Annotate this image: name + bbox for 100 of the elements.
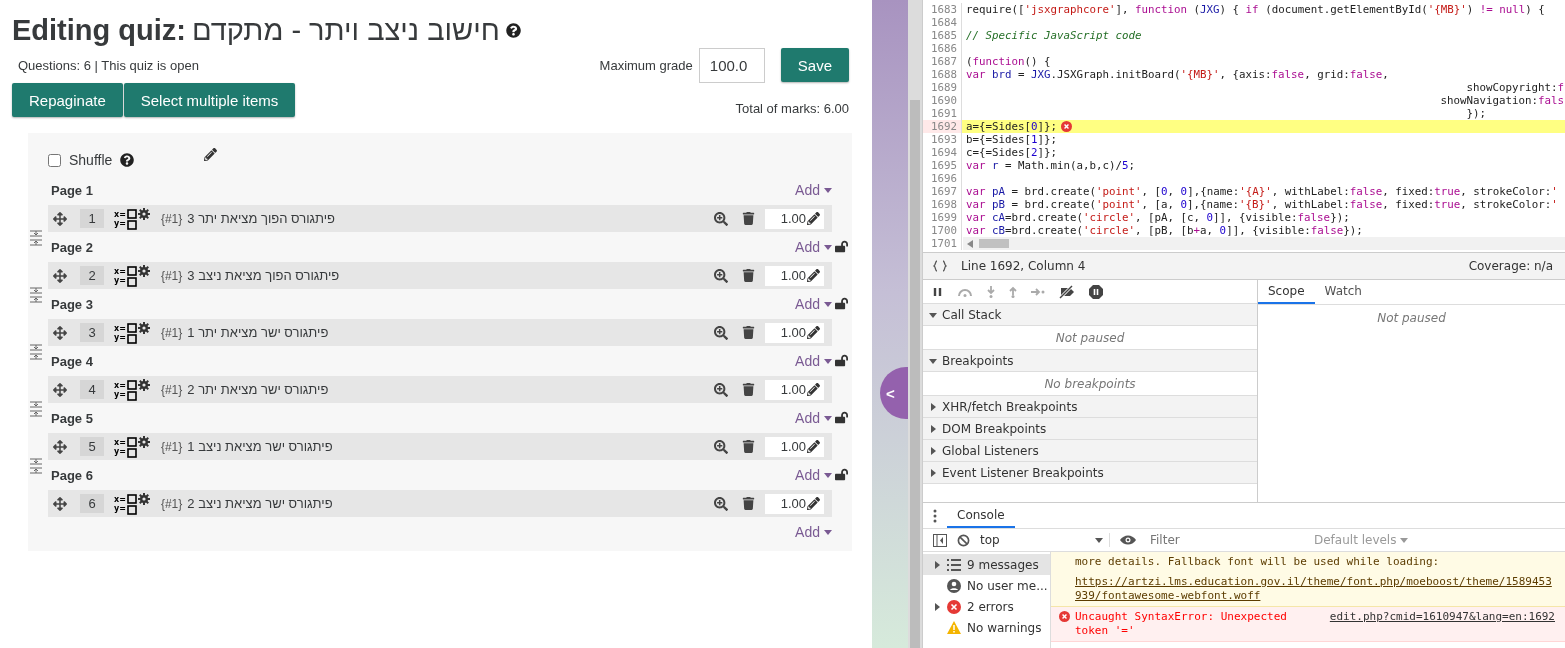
unlock-icon[interactable] [835,468,848,481]
quiz-info: Questions: 6 | This quiz is open [17,57,199,73]
delete-icon[interactable] [742,440,755,453]
mark-field[interactable]: 1.00 [765,265,824,286]
scroll-arrow-icon[interactable] [967,239,973,248]
add-link[interactable]: Add [795,524,832,540]
add-link[interactable]: Add [795,410,832,426]
page-break-icon[interactable] [29,401,43,417]
page-break-icon[interactable] [29,230,43,246]
action-button[interactable]: Select multiple items [123,83,296,117]
unlock-icon[interactable] [835,240,848,253]
code-line: showCopyright:f [1465,81,1565,94]
preview-icon[interactable] [714,382,728,397]
pencil-icon[interactable] [807,212,820,225]
page-break-icon[interactable] [29,344,43,360]
add-link[interactable]: Add [795,239,832,255]
mark-field[interactable]: 1.00 [765,436,824,457]
section-header[interactable]: Breakpoints [923,350,1257,372]
deactivate-breakpoints-icon[interactable] [1059,284,1075,299]
console-filter-item[interactable]: No warnings [923,617,1050,638]
mark-field[interactable]: 1.00 [765,208,824,229]
formula-label: x= y= [114,323,126,342]
preview-icon[interactable] [714,211,728,226]
question-name[interactable]: פיתגורס ישר מציאת ניצב 1 [187,439,714,454]
pencil-icon[interactable] [204,147,218,161]
section-header[interactable]: Event Listener Breakpoints [923,462,1257,484]
delete-icon[interactable] [742,326,755,339]
horizontal-scrollbar[interactable] [963,237,1565,250]
console-filter-item[interactable]: 2 errors [923,596,1050,617]
drawer-tab[interactable]: Console [947,504,1015,528]
move-icon[interactable] [53,325,67,340]
delete-icon[interactable] [742,383,755,396]
question-name[interactable]: פיתגורס הפוך מציאת ניצב 3 [187,268,714,283]
clear-icon[interactable] [957,533,970,547]
question-name[interactable]: פיתגורס ישר מציאת ניצב 2 [187,496,714,511]
caret-icon [824,187,832,193]
delete-icon[interactable] [742,497,755,510]
add-link[interactable]: Add [795,353,832,369]
pencil-icon[interactable] [807,497,820,510]
page-break-icon[interactable] [29,287,43,303]
question-name[interactable]: פיתגורס ישר מציאת יתר 2 [187,382,714,397]
mark-field[interactable]: 1.00 [765,493,824,514]
scrollbar[interactable] [908,0,922,648]
preview-icon[interactable] [714,496,728,511]
formula-label: x= y= [114,380,126,399]
unlock-icon[interactable] [835,297,848,310]
save-button[interactable]: Save [780,48,849,82]
section-header[interactable]: Global Listeners [923,440,1257,462]
help-icon[interactable] [120,153,135,167]
unlock-icon[interactable] [835,411,848,424]
preview-icon[interactable] [714,268,728,283]
scroll-thumb[interactable] [910,100,920,648]
max-grade-field[interactable]: 100.0 [698,47,765,83]
add-link[interactable]: Add [795,467,832,483]
caret-icon [933,602,941,611]
font-link[interactable]: https://artzi.lms.education.gov.il/theme/font.php/moeboost/theme/1589453939/fontawesome-webfont.woff [1075,575,1555,603]
pause-on-exceptions-icon[interactable] [1089,284,1103,299]
question-number: 2 [80,266,104,285]
mark-field[interactable]: 1.00 [765,379,824,400]
format-icon[interactable] [933,260,947,272]
sidebar-icon[interactable] [933,533,947,547]
section-header[interactable]: XHR/fetch Breakpoints [923,396,1257,418]
help-icon[interactable] [505,22,521,38]
move-icon[interactable] [53,496,67,511]
question-name[interactable]: פיתגורס ישר מציאת יתר 1 [187,325,714,340]
console-filter-item[interactable]: No user me... [923,575,1050,596]
preview-icon[interactable] [714,439,728,454]
drawer-toggle-button[interactable]: < [880,367,910,419]
section-header[interactable]: Call Stack [923,304,1257,326]
pencil-icon[interactable] [807,269,820,282]
move-icon[interactable] [53,211,67,226]
page-break-icon[interactable] [29,458,43,474]
shuffle-checkbox[interactable] [48,153,61,167]
move-icon[interactable] [53,439,67,454]
unlock-icon[interactable] [835,354,848,367]
pencil-icon[interactable] [807,440,820,453]
preview-icon[interactable] [714,325,728,340]
console-filter-item[interactable]: 9 messages [923,554,1050,575]
pencil-icon[interactable] [807,326,820,339]
add-link[interactable]: Add [795,182,832,198]
section-header[interactable]: DOM Breakpoints [923,418,1257,440]
mark-field[interactable]: 1.00 [765,322,824,343]
source-link[interactable]: edit.php?cmid=1610947&lang=en:1692 [1329,610,1555,638]
more-icon[interactable] [933,509,937,523]
section-title: Breakpoints [942,353,1014,368]
move-icon[interactable] [53,268,67,283]
eye-icon[interactable] [1120,535,1136,545]
pencil-icon[interactable] [807,383,820,396]
add-link[interactable]: Add [795,296,832,312]
scroll-thumb[interactable] [979,239,1009,248]
panel-tab[interactable]: Scope [1258,280,1315,304]
action-button[interactable]: Repaginate [12,83,123,117]
context-dropdown[interactable]: top [980,533,1110,547]
page-title: Page 1 [51,182,93,198]
move-icon[interactable] [53,382,67,397]
question-name[interactable]: פיתגורס הפוך מציאת יתר 3 [187,211,714,226]
panel-tab[interactable]: Watch [1314,280,1372,304]
delete-icon[interactable] [742,212,755,225]
delete-icon[interactable] [742,269,755,282]
pause-icon[interactable] [933,286,943,297]
